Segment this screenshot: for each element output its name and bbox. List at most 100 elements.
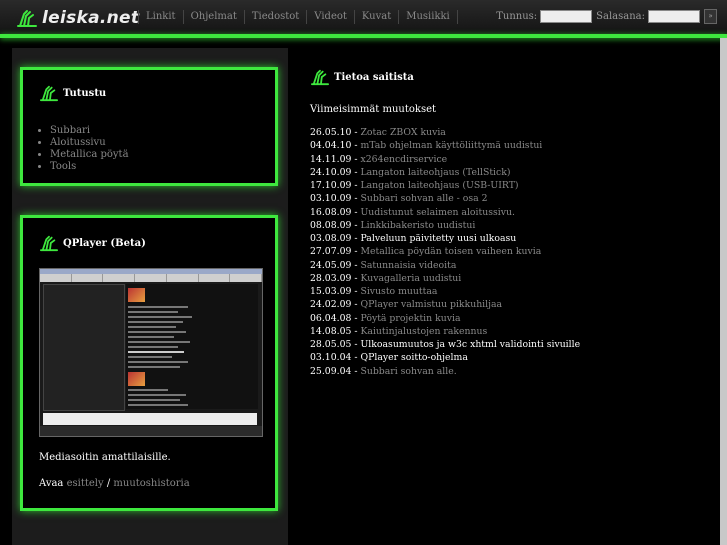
- link-separator: /: [106, 478, 111, 489]
- link-aloitussivu[interactable]: Aloitussivu: [50, 137, 129, 149]
- change-link[interactable]: Metallica pöydän toisen vaiheen kuvia: [360, 246, 541, 257]
- change-date: 03.10.04 -: [310, 352, 358, 364]
- change-link[interactable]: mTab ohjelman käyttöliittymä uudistui: [360, 140, 542, 151]
- change-date: 17.10.09 -: [310, 180, 358, 191]
- change-item: 27.07.09 - Metallica pöydän toisen vaihe…: [310, 245, 720, 258]
- esittely-link[interactable]: esittely: [67, 478, 104, 489]
- change-date: 27.07.09 -: [310, 246, 358, 258]
- logo-text: leiska.net: [42, 8, 140, 28]
- right-column: Tietoa saitista Viimeisimmät muutokset 2…: [300, 48, 727, 545]
- hand-icon: [40, 235, 58, 252]
- change-link[interactable]: QPlayer soitto-ohjelma: [360, 352, 467, 363]
- change-item: 24.10.09 - Langaton laiteohjaus (TellSti…: [310, 166, 720, 179]
- change-date: 15.03.09 -: [310, 286, 358, 297]
- change-date: 24.02.09 -: [310, 299, 358, 311]
- tutustu-title: Tutustu: [63, 87, 107, 99]
- main-nav: Linkit Ohjelmat Tiedostot Videot Kuvat M…: [138, 10, 458, 24]
- nav-item-kuvat[interactable]: Kuvat: [353, 10, 398, 24]
- change-link[interactable]: Pöytä projektin kuvia: [360, 313, 460, 324]
- change-link[interactable]: x264encdirservice: [360, 154, 447, 165]
- change-item: 14.08.05 - Kaiutinjalustojen rakennus: [310, 325, 720, 338]
- change-item: 28.05.05 - Ulkoasumuutos ja w3c xhtml va…: [310, 338, 720, 351]
- change-link[interactable]: QPlayer valmistuu pikkuhiljaa: [360, 299, 502, 310]
- tutustu-heading: Tutustu: [39, 84, 106, 102]
- nav-item-videot[interactable]: Videot: [306, 10, 354, 24]
- change-item: 03.10.04 - QPlayer soitto-ohjelma: [310, 351, 720, 364]
- change-link[interactable]: Langaton laiteohjaus (TellStick): [360, 167, 510, 178]
- change-item: 28.03.09 - Kuvagalleria uudistui: [310, 272, 720, 285]
- change-link[interactable]: Satunnaisia videoita: [360, 260, 456, 271]
- link-metallica-poyta[interactable]: Metallica pöytä: [50, 149, 129, 161]
- muutoshistoria-link[interactable]: muutoshistoria: [113, 478, 189, 489]
- hand-icon: [311, 69, 329, 86]
- change-link[interactable]: Linkkibakeristo uudistui: [360, 220, 475, 231]
- change-item: 03.08.09 - Palveluun päivitetty uusi ulk…: [310, 232, 720, 245]
- recent-changes-heading: Viimeisimmät muutokset: [310, 104, 437, 115]
- change-link[interactable]: Sivusto muuttaa: [360, 286, 437, 297]
- change-date: 26.05.10 -: [310, 127, 358, 138]
- change-date: 03.08.09 -: [310, 233, 358, 244]
- change-link[interactable]: Ulkoasumuutos ja w3c xhtml validointi si…: [360, 339, 580, 350]
- change-item: 04.04.10 - mTab ohjelman käyttöliittymä …: [310, 139, 720, 152]
- qplayer-screenshot[interactable]: [39, 268, 263, 437]
- nav-item-linkit[interactable]: Linkit: [138, 10, 183, 24]
- screenshot-waveform: [43, 413, 257, 425]
- login-submit-button[interactable]: »: [704, 9, 717, 24]
- qplayer-heading: QPlayer (Beta): [39, 234, 146, 252]
- change-date: 24.10.09 -: [310, 166, 358, 178]
- change-item: 24.02.09 - QPlayer valmistuu pikkuhiljaa: [310, 298, 720, 311]
- nav-item-ohjelmat[interactable]: Ohjelmat: [182, 10, 244, 24]
- change-link[interactable]: Subbari sohvan alle - osa 2: [360, 193, 487, 204]
- change-link[interactable]: Palveluun päivitetty uusi ulkoasu: [360, 233, 516, 244]
- qplayer-panel: QPlayer (Beta) Mediasoitin amattilaisill…: [20, 215, 278, 511]
- vertical-scrollbar[interactable]: [720, 38, 727, 545]
- change-link[interactable]: Langaton laiteohjaus (USB-UIRT): [360, 180, 518, 191]
- tutustu-panel: Tutustu Subbari Aloitussivu Metallica pö…: [20, 67, 278, 186]
- change-date: 16.08.09 -: [310, 206, 358, 218]
- change-date: 14.11.09 -: [310, 153, 358, 165]
- change-item: 24.05.09 - Satunnaisia videoita: [310, 259, 720, 272]
- change-link[interactable]: Zotac ZBOX kuvia: [360, 127, 445, 138]
- change-date: 28.03.09 -: [310, 272, 358, 284]
- link-tools[interactable]: Tools: [50, 161, 129, 173]
- change-date: 04.04.10 -: [310, 140, 358, 152]
- qplayer-description: Mediasoitin amattilaisille.: [39, 452, 171, 463]
- screenshot-tree: [43, 284, 125, 411]
- username-input[interactable]: [540, 10, 593, 23]
- left-column: Tutustu Subbari Aloitussivu Metallica pö…: [12, 48, 288, 545]
- change-link[interactable]: Kaiutinjalustojen rakennus: [360, 326, 487, 337]
- login-form: Tunnus: Salasana: »: [496, 9, 717, 24]
- change-date: 08.08.09 -: [310, 219, 358, 231]
- open-label: Avaa: [39, 478, 64, 489]
- link-subbari[interactable]: Subbari: [50, 125, 129, 137]
- username-label: Tunnus:: [496, 11, 538, 22]
- top-bar: leiska.net Linkit Ohjelmat Tiedostot Vid…: [0, 0, 727, 34]
- change-date: 14.08.05 -: [310, 325, 358, 337]
- change-item: 14.11.09 - x264encdirservice: [310, 153, 720, 166]
- recent-changes-list: 26.05.10 - Zotac ZBOX kuvia 04.04.10 - mT…: [310, 126, 720, 378]
- hand-icon: [40, 85, 58, 102]
- change-item: 06.04.08 - Pöytä projektin kuvia: [310, 312, 720, 325]
- password-input[interactable]: [648, 10, 700, 23]
- screenshot-playlist: [126, 284, 258, 409]
- qplayer-open-line: Avaa esittely / muutoshistoria: [39, 478, 190, 489]
- change-link[interactable]: Subbari sohvan alle.: [360, 366, 456, 377]
- nav-item-musiikki[interactable]: Musiikki: [398, 10, 458, 24]
- screenshot-controls: [40, 426, 262, 436]
- about-heading: Tietoa saitista: [310, 68, 414, 86]
- site-logo[interactable]: leiska.net: [16, 6, 139, 30]
- change-date: 06.04.08 -: [310, 312, 358, 324]
- screenshot-tabs: [40, 274, 262, 282]
- change-item: 26.05.10 - Zotac ZBOX kuvia: [310, 126, 720, 139]
- change-item: 08.08.09 - Linkkibakeristo uudistui: [310, 219, 720, 232]
- change-link[interactable]: Kuvagalleria uudistui: [360, 273, 461, 284]
- change-item: 16.08.09 - Uudistunut selaimen aloitussi…: [310, 206, 720, 219]
- hand-logo-icon: [17, 10, 37, 27]
- change-item: 15.03.09 - Sivusto muuttaa: [310, 285, 720, 298]
- password-label: Salasana:: [596, 11, 645, 22]
- change-date: 24.05.09 -: [310, 259, 358, 271]
- change-item: 25.09.04 - Subbari sohvan alle.: [310, 365, 720, 378]
- change-link[interactable]: Uudistunut selaimen aloitussivu.: [360, 207, 514, 218]
- nav-item-tiedostot[interactable]: Tiedostot: [243, 10, 306, 24]
- change-item: 17.10.09 - Langaton laiteohjaus (USB-UIR…: [310, 179, 720, 192]
